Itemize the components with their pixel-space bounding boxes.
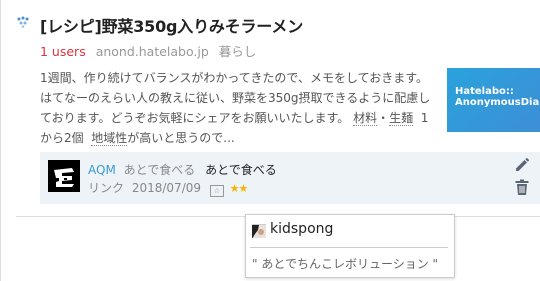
- comment-footer: リンク 2018/07/09 ☆ ★★: [88, 179, 249, 197]
- tooltip-avatar: [252, 224, 266, 238]
- trash-icon[interactable]: [514, 179, 530, 196]
- tooltip-text: " あとでちんこレボリューション ": [252, 257, 439, 271]
- comment-user[interactable]: AQM: [88, 163, 116, 177]
- user-avatar-icon: [252, 225, 266, 238]
- summary-line: 1週間、作り続けてバランスがわかってきたので、メモをしておきます。: [40, 71, 429, 85]
- bookmark-comment: AQM あとで食べる あとで食べる リンク 2018/07/09 ☆ ★★: [40, 152, 540, 204]
- summary-line: はてなーのえらい人の教えに従い、野菜を350g摂取できるように配慮し: [40, 91, 431, 105]
- star-rating[interactable]: ★★: [230, 182, 249, 195]
- entry-meta: 1 users anond.hatelabo.jp 暮らし: [40, 41, 256, 60]
- user-tooltip: kidspong " あとでちんこレボリューション ": [245, 214, 455, 278]
- summary-line: ております。どうぞお気軽にシェアをお願いいたします。 材料・生麺 1: [40, 111, 429, 126]
- entry-summary: 1週間、作り続けてバランスがわかってきたので、メモをしておきます。 はてなーのえ…: [40, 68, 434, 148]
- comment-text: あとで食べる: [205, 163, 277, 177]
- keyword-link[interactable]: 地域性: [91, 131, 128, 146]
- comment-tag[interactable]: あとで食べる: [124, 163, 196, 177]
- hatena-favicon-icon: [17, 16, 29, 28]
- add-star-icon[interactable]: ☆: [209, 185, 224, 197]
- keyword-link[interactable]: 材料: [353, 111, 378, 126]
- link-label[interactable]: リンク: [88, 181, 124, 195]
- keyword-link[interactable]: 生麺: [389, 111, 414, 126]
- entry-category[interactable]: 暮らし: [219, 44, 257, 59]
- entry-title[interactable]: [レシピ]野菜350g入りみそラーメン: [40, 13, 303, 37]
- left-border: [0, 0, 1, 281]
- thumbnail-text: Hatelabo::: [455, 86, 514, 97]
- avatar[interactable]: [48, 160, 80, 192]
- pencil-icon[interactable]: [514, 157, 530, 173]
- tooltip-username: kidspong: [270, 221, 334, 237]
- entry-thumbnail[interactable]: Hatelabo:: AnonymousDiary: [447, 68, 540, 132]
- avatar-image-icon: [48, 160, 80, 192]
- comment-header: AQM あとで食べる あとで食べる: [88, 161, 277, 178]
- entry-domain[interactable]: anond.hatelabo.jp: [96, 44, 209, 59]
- comment-date[interactable]: 2018/07/09: [132, 181, 201, 195]
- thumbnail-text: AnonymousDiary: [455, 97, 540, 108]
- bookmark-page: [レシピ]野菜350g入りみそラーメン 1 users anond.hatela…: [0, 0, 540, 281]
- summary-line: から2個 地域性が高いと思うので...: [40, 131, 235, 146]
- users-count[interactable]: 1 users: [40, 44, 86, 59]
- tooltip-divider: [250, 247, 448, 248]
